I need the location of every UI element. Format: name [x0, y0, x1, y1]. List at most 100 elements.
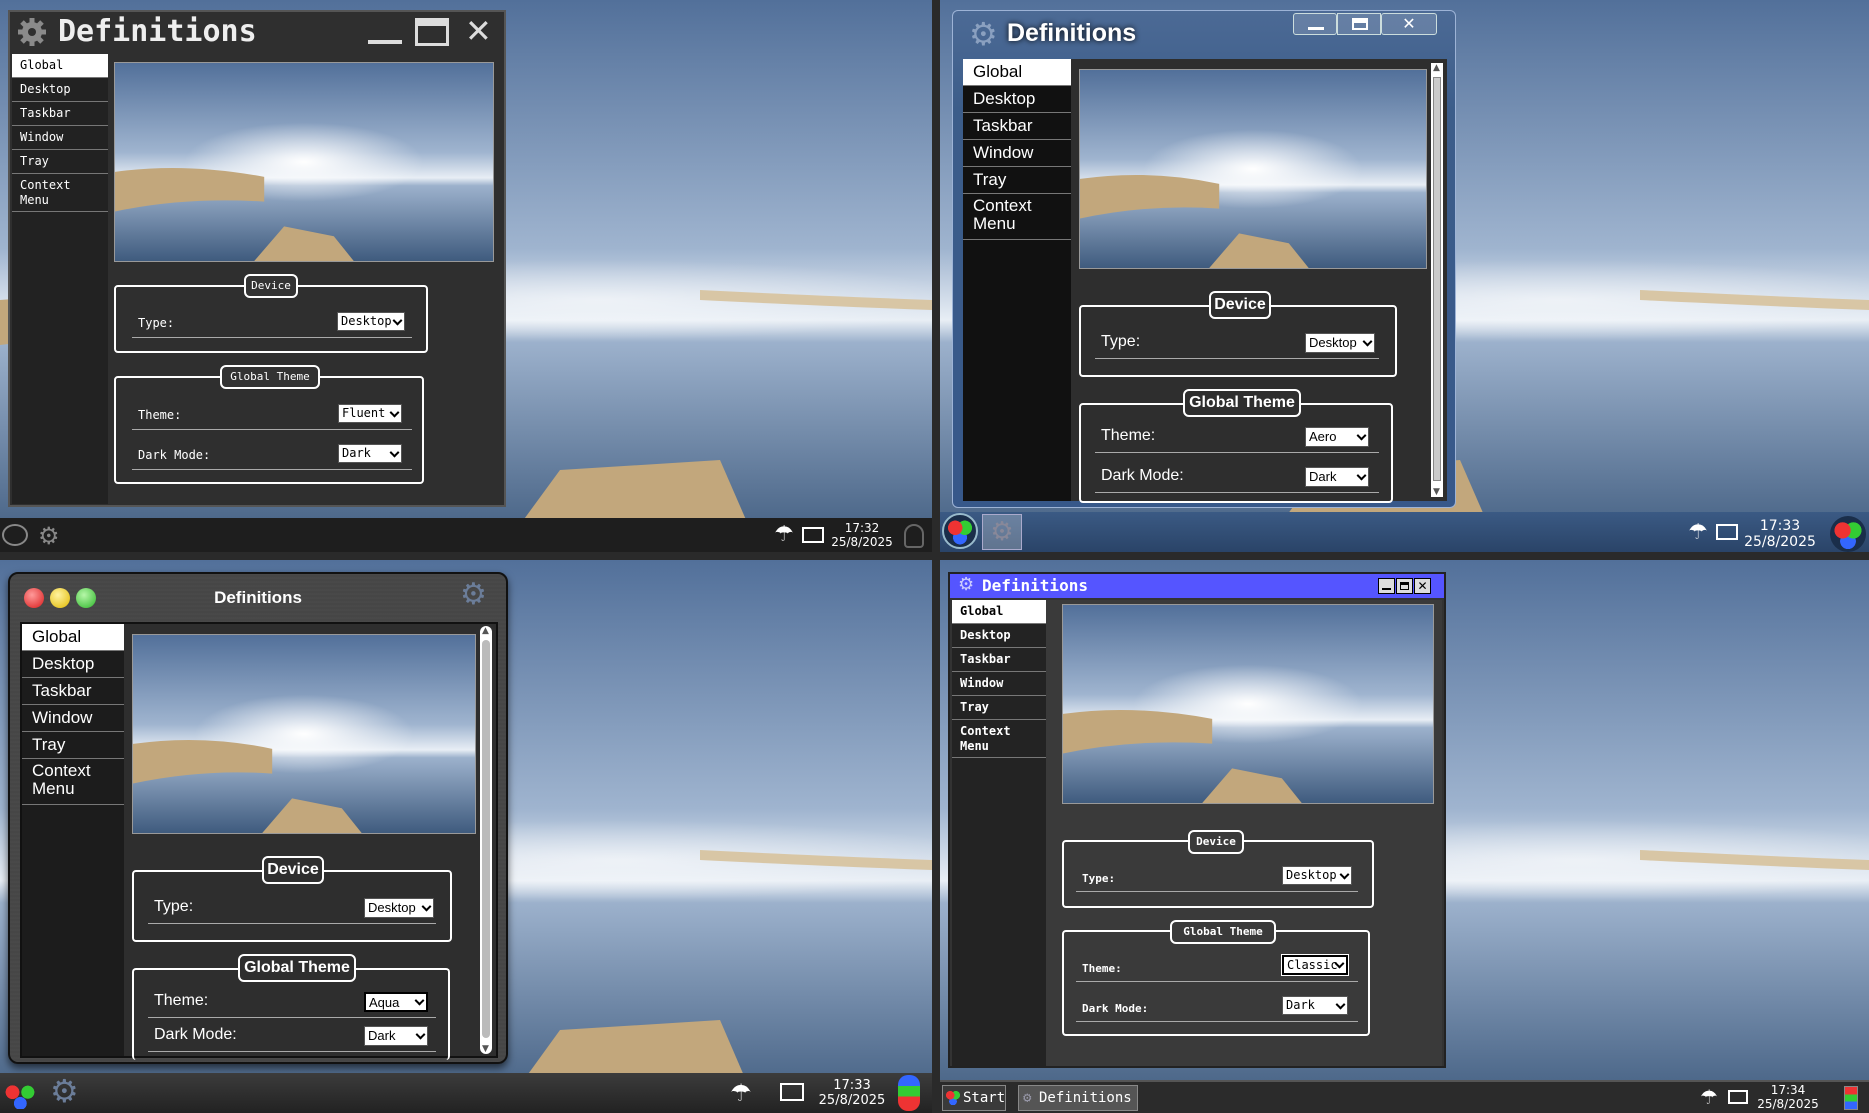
umbrella-icon[interactable]: ☂ — [1700, 1085, 1718, 1109]
dark-mode-select[interactable]: Dark — [338, 444, 402, 463]
sidebar-item-tray[interactable]: Tray — [22, 732, 124, 759]
sidebar-item-global[interactable]: Global — [963, 59, 1071, 86]
sidebar-item-desktop[interactable]: Desktop — [963, 86, 1071, 113]
definitions-window: ⚙ Definitions ✕ Global Desktop Taskbar W… — [948, 572, 1446, 1068]
dark-mode-select[interactable]: Dark — [1282, 996, 1348, 1015]
sidebar-item-desktop[interactable]: Desktop — [952, 624, 1046, 648]
global-theme-legend: Global Theme — [238, 954, 356, 982]
sidebar-item-global[interactable]: Global — [952, 600, 1046, 624]
minimize-icon[interactable] — [1378, 578, 1395, 594]
start-orb-icon[interactable] — [1830, 516, 1866, 552]
sidebar-item-taskbar[interactable]: Taskbar — [22, 678, 124, 705]
sidebar-item-tray[interactable]: Tray — [963, 167, 1071, 194]
sidebar-item-desktop[interactable]: Desktop — [12, 78, 108, 102]
screen-aqua: Definitions ⚙ Global Desktop Taskbar Win… — [0, 560, 932, 1113]
sidebar-item-taskbar[interactable]: Taskbar — [12, 102, 108, 126]
close-icon[interactable]: ✕ — [465, 14, 492, 48]
monitor-icon[interactable] — [780, 1083, 804, 1101]
window-title: Definitions — [982, 576, 1088, 595]
clock[interactable]: 17:33 25/8/2025 — [812, 1078, 892, 1109]
chevron-down-icon — [1356, 430, 1367, 441]
window-title: Definitions — [1007, 19, 1137, 47]
sidebar-item-desktop[interactable]: Desktop — [22, 651, 124, 678]
scrollbar[interactable]: ▲ ▼ — [480, 626, 492, 1054]
scroll-up-icon[interactable]: ▲ — [482, 626, 489, 636]
taskbar: ⚙ ☂ 17:33 25/8/2025 — [0, 1073, 932, 1113]
device-type-select[interactable]: Desktop — [1282, 866, 1352, 885]
global-theme-legend: Global Theme — [220, 365, 320, 389]
close-icon[interactable]: ✕ — [1381, 13, 1437, 35]
user-icon[interactable] — [1844, 1086, 1858, 1110]
maximize-icon[interactable] — [1337, 13, 1381, 35]
settings-sidebar: Global Desktop Taskbar Window Tray Conte… — [12, 54, 108, 504]
scroll-thumb[interactable] — [482, 640, 490, 1038]
device-type-select[interactable]: Desktop — [337, 312, 405, 331]
theme-select[interactable]: Aqua — [364, 992, 428, 1012]
umbrella-icon[interactable]: ☂ — [774, 522, 794, 547]
sidebar-item-window[interactable]: Window — [12, 126, 108, 150]
dark-mode-select[interactable]: Dark — [1305, 467, 1369, 487]
gear-icon[interactable]: ⚙ — [982, 514, 1022, 550]
taskbar: ⚙ ☂ 17:33 25/8/2025 — [940, 512, 1869, 552]
clock[interactable]: 17:33 25/8/2025 — [1740, 518, 1820, 550]
start-button[interactable]: Start — [942, 1085, 1006, 1111]
sidebar-item-tray[interactable]: Tray — [952, 696, 1046, 720]
sidebar-item-context-menu[interactable]: Context Menu — [22, 759, 124, 805]
sidebar-item-window[interactable]: Window — [952, 672, 1046, 696]
sidebar-item-context-menu[interactable]: Context Menu — [952, 720, 1046, 758]
user-icon[interactable] — [898, 1075, 920, 1111]
sidebar-item-global[interactable]: Global — [22, 624, 124, 651]
gear-icon[interactable]: ⚙ — [50, 1073, 79, 1109]
taskbar: Start ⚙ Definitions ☂ 17:34 25/8/2025 — [940, 1080, 1869, 1113]
minimize-icon[interactable] — [1293, 13, 1337, 35]
scroll-down-icon[interactable]: ▼ — [1433, 487, 1440, 497]
theme-select[interactable]: Aero — [1305, 427, 1369, 447]
sidebar-item-context-menu[interactable]: Context Menu — [12, 174, 108, 212]
dark-mode-label: Dark Mode: — [1082, 1002, 1149, 1015]
scrollbar[interactable]: ▲ ▼ — [1431, 63, 1443, 497]
sidebar-item-global[interactable]: Global — [12, 54, 108, 78]
monitor-icon[interactable] — [1728, 1090, 1748, 1104]
start-orb-icon[interactable] — [2, 524, 28, 546]
chevron-down-icon — [421, 901, 432, 912]
theme-label: Theme: — [1101, 427, 1156, 444]
sidebar-item-window[interactable]: Window — [963, 140, 1071, 167]
gear-icon[interactable]: ⚙ — [38, 522, 60, 550]
device-type-select[interactable]: Desktop — [1305, 333, 1375, 353]
monitor-icon[interactable] — [1716, 524, 1738, 540]
monitor-icon[interactable] — [802, 527, 824, 543]
dark-mode-label: Dark Mode: — [154, 1026, 237, 1043]
scroll-down-icon[interactable]: ▼ — [482, 1044, 489, 1054]
minimize-icon[interactable] — [368, 40, 402, 44]
gear-icon: ⚙ — [460, 577, 487, 612]
start-label: Start — [963, 1090, 1006, 1106]
clock[interactable]: 17:34 25/8/2025 — [1748, 1083, 1828, 1112]
type-label: Type: — [1101, 333, 1141, 350]
start-orb-icon[interactable] — [4, 1081, 38, 1109]
sidebar-item-context-menu[interactable]: Context Menu — [963, 194, 1071, 240]
sidebar-item-window[interactable]: Window — [22, 705, 124, 732]
taskbar-task-definitions[interactable]: ⚙ Definitions — [1018, 1085, 1138, 1111]
device-legend: Device — [1209, 291, 1271, 319]
theme-select[interactable]: Classic — [1281, 954, 1349, 976]
device-type-select[interactable]: Desktop — [364, 898, 434, 918]
sidebar-item-taskbar[interactable]: Taskbar — [952, 648, 1046, 672]
maximize-icon[interactable] — [415, 18, 449, 46]
gear-icon: ⚙ — [1023, 1090, 1032, 1106]
settings-sidebar: Global Desktop Taskbar Window Tray Conte… — [963, 59, 1071, 501]
scroll-up-icon[interactable]: ▲ — [1433, 63, 1440, 73]
scroll-thumb[interactable] — [1433, 77, 1441, 481]
theme-select[interactable]: Fluent — [338, 404, 402, 423]
maximize-icon[interactable] — [1396, 578, 1413, 594]
sidebar-item-tray[interactable]: Tray — [12, 150, 108, 174]
title-bar[interactable]: ⚙ Definitions ✕ — [950, 574, 1444, 598]
start-orb-icon[interactable] — [942, 513, 978, 549]
umbrella-icon[interactable]: ☂ — [1688, 520, 1708, 545]
clock[interactable]: 17:32 25/8/2025 — [828, 521, 896, 550]
sidebar-item-taskbar[interactable]: Taskbar — [963, 113, 1071, 140]
dark-mode-select[interactable]: Dark — [364, 1026, 428, 1046]
close-icon[interactable]: ✕ — [1414, 578, 1431, 594]
global-theme-legend: Global Theme — [1170, 920, 1276, 944]
user-icon[interactable] — [904, 524, 924, 548]
umbrella-icon[interactable]: ☂ — [730, 1079, 752, 1107]
